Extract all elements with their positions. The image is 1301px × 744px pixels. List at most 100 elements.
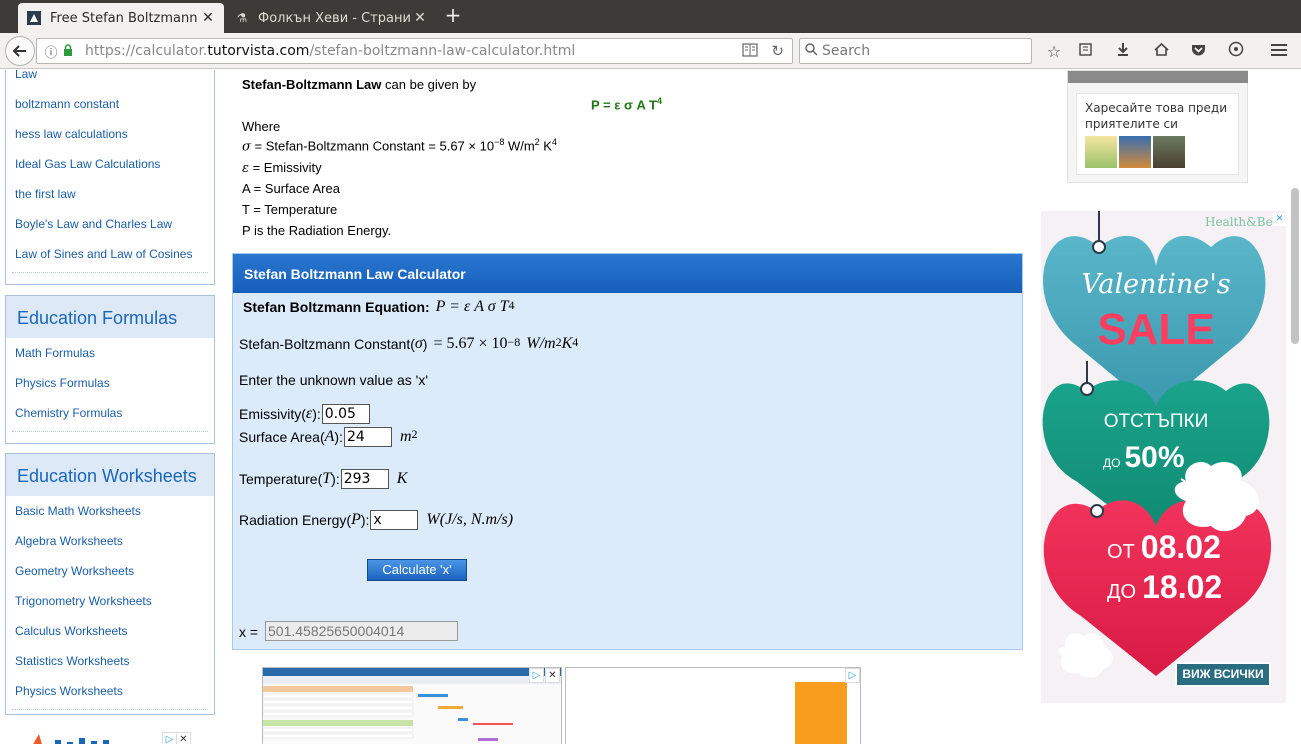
ad-discount: ДО 50% <box>1103 441 1185 474</box>
like-prompt: Харесайте това преди приятелите си <box>1085 101 1228 131</box>
scrollbar-thumb[interactable] <box>1291 188 1299 344</box>
temperature-row: Temperature(T): K <box>239 469 407 489</box>
close-ad-icon[interactable]: ✕ <box>545 668 560 683</box>
sidebar-link[interactable]: Boyle's Law and Charles Law <box>6 209 214 239</box>
avatar[interactable] <box>1119 136 1151 168</box>
url-text: https://calculator.tutorvista.com/stefan… <box>85 43 576 59</box>
divider <box>12 431 208 443</box>
instruction-text: Enter the unknown value as 'x' <box>239 372 429 388</box>
sidebar-link[interactable]: hess law calculations <box>6 119 214 149</box>
sidebar-link[interactable]: Physics Formulas <box>6 368 214 398</box>
sidebar-link[interactable]: Law <box>6 70 214 89</box>
section-heading: Education Formulas <box>6 296 214 338</box>
result-label: x = <box>239 624 259 640</box>
search-input[interactable]: Search <box>799 38 1032 64</box>
temperature-definition: T = Temperature <box>242 202 338 217</box>
sidebar-link[interactable]: boltzmann constant <box>6 89 214 119</box>
close-ad-icon[interactable]: ✕ <box>176 732 191 744</box>
new-tab-plus-icon[interactable]: + <box>442 5 464 27</box>
area-definition: A = Surface Area <box>242 181 340 196</box>
ad-discount-label: ОТСТЪПКИ <box>1103 411 1209 432</box>
sigma-definition: σ = Stefan-Boltzmann Constant = 5.67 × 1… <box>242 137 557 155</box>
page-scrollbar[interactable] <box>1289 70 1301 744</box>
avatar[interactable] <box>1085 136 1117 168</box>
sidebar-link[interactable]: Trigonometry Worksheets <box>6 586 214 616</box>
view-all-button[interactable]: ВИЖ ВСИЧКИ <box>1175 662 1271 687</box>
surface-area-row: Surface Area(A): m2 <box>239 427 418 447</box>
tab-bar: Free Stefan Boltzmann ✕ ⚗ Фолкън Хеви - … <box>0 0 1301 33</box>
sidebar-link[interactable]: Physics Worksheets <box>6 676 214 706</box>
emissivity-input[interactable] <box>321 404 370 424</box>
temperature-input[interactable] <box>340 469 389 489</box>
ad-date-from: ОТ 08.02 <box>1107 529 1221 565</box>
adchoices-icon[interactable]: ▷ <box>162 732 177 744</box>
radiation-energy-input[interactable] <box>370 510 419 530</box>
facebook-like-box: Харесайте това преди приятелите си <box>1067 70 1248 183</box>
gantt-chart-ad[interactable] <box>262 667 562 744</box>
section-heading: Education Worksheets <box>6 454 214 496</box>
calculator-title: Stefan Boltzmann Law Calculator <box>233 254 1022 293</box>
sidebar-link[interactable]: Ideal Gas Law Calculations <box>6 149 214 179</box>
law-suffix: can be given by <box>381 77 477 92</box>
navigation-toolbar: ⓘ https://calculator.tutorvista.com/stef… <box>0 33 1301 69</box>
calculate-button[interactable]: Calculate 'x' <box>367 559 467 581</box>
sidebar-link[interactable]: Statistics Worksheets <box>6 646 214 676</box>
ad-date-to: ДО 18.02 <box>1107 569 1223 605</box>
surface-area-input[interactable] <box>343 427 392 447</box>
adchoices-icon[interactable]: ✕ <box>1273 213 1286 226</box>
adchoices-icon[interactable]: ▷ <box>845 668 860 683</box>
law-intro: Stefan-Boltzmann Law can be given by <box>242 77 476 92</box>
education-worksheets-box: Education Worksheets Basic Math Workshee… <box>5 453 215 715</box>
menu-hamburger-icon[interactable] <box>1268 41 1290 63</box>
page-favicon-icon <box>26 10 42 26</box>
tab-folkan-hevi[interactable]: ⚗ Фолкън Хеви - Страни ✕ <box>226 3 436 33</box>
adchoices-icon[interactable]: ▷ <box>529 668 544 683</box>
extension-icon[interactable] <box>1225 41 1247 63</box>
ad-sale: SALE <box>1097 305 1215 354</box>
ad-headline: Valentine's <box>1081 269 1231 300</box>
valentine-sale-ad[interactable]: Health&Beauty ✕ Valentine's SALE ОТСТЪПК… <box>1041 211 1286 703</box>
search-icon <box>800 42 822 60</box>
info-icon[interactable]: ⓘ <box>41 42 61 61</box>
sidebar-link[interactable]: Chemistry Formulas <box>6 398 214 428</box>
home-icon[interactable] <box>1150 41 1172 63</box>
divider <box>12 709 208 721</box>
reload-icon[interactable]: ↻ <box>771 42 784 60</box>
stefan-boltzmann-calculator: Stefan Boltzmann Law Calculator Stefan B… <box>232 253 1023 650</box>
bookmark-star-icon[interactable]: ☆ <box>1043 41 1065 63</box>
where-label: Where <box>242 119 281 134</box>
education-formulas-box: Education Formulas Math Formulas Physics… <box>5 295 215 444</box>
web-page: Law boltzmann constant hess law calculat… <box>0 70 1301 744</box>
close-tab-icon[interactable]: ✕ <box>200 10 216 26</box>
result-output: 501.45825650004014 <box>265 621 458 641</box>
address-bar[interactable]: ⓘ https://calculator.tutorvista.com/stef… <box>36 38 793 64</box>
sidebar-link[interactable]: Calculus Worksheets <box>6 616 214 646</box>
sidebar-link[interactable]: Math Formulas <box>6 338 214 368</box>
pocket-icon[interactable] <box>1187 41 1209 63</box>
equation-row: Stefan Boltzmann Equation: P = ε A σ T4 <box>243 298 515 315</box>
download-icon[interactable] <box>1112 41 1134 63</box>
reader-view-icon[interactable] <box>742 43 758 61</box>
lock-icon[interactable] <box>63 43 77 59</box>
epsilon-definition: ε = Emissivity <box>242 160 322 176</box>
sidebar-link[interactable]: Basic Math Worksheets <box>6 496 214 526</box>
ad-image <box>795 682 847 744</box>
law-name: Stefan-Boltzmann Law <box>242 77 382 92</box>
law-formula: P = ε σ A T4 <box>591 96 663 113</box>
back-arrow-icon[interactable] <box>5 36 35 66</box>
sidebar-link[interactable]: Geometry Worksheets <box>6 556 214 586</box>
emissivity-row: Emissivity(ε): <box>239 404 370 424</box>
sidebar-link[interactable]: the first law <box>6 179 214 209</box>
sidebar-link[interactable]: Algebra Worksheets <box>6 526 214 556</box>
avatar[interactable] <box>1153 136 1185 168</box>
divider <box>12 272 208 284</box>
sidebar-link[interactable]: Law of Sines and Law of Cosines <box>6 239 214 269</box>
close-tab-icon[interactable]: ✕ <box>412 10 428 26</box>
tab-title: Free Stefan Boltzmann <box>50 10 198 26</box>
flask-icon: ⚗ <box>236 11 248 25</box>
tab-title: Фолкън Хеви - Страни <box>258 10 411 26</box>
constant-row: Stefan-Boltzmann Constant(σ) = 5.67 × 10… <box>239 335 579 352</box>
tab-stefan-boltzmann[interactable]: Free Stefan Boltzmann ✕ <box>18 3 224 33</box>
banner-ad[interactable] <box>565 667 861 744</box>
bookmarks-library-icon[interactable] <box>1074 41 1096 63</box>
